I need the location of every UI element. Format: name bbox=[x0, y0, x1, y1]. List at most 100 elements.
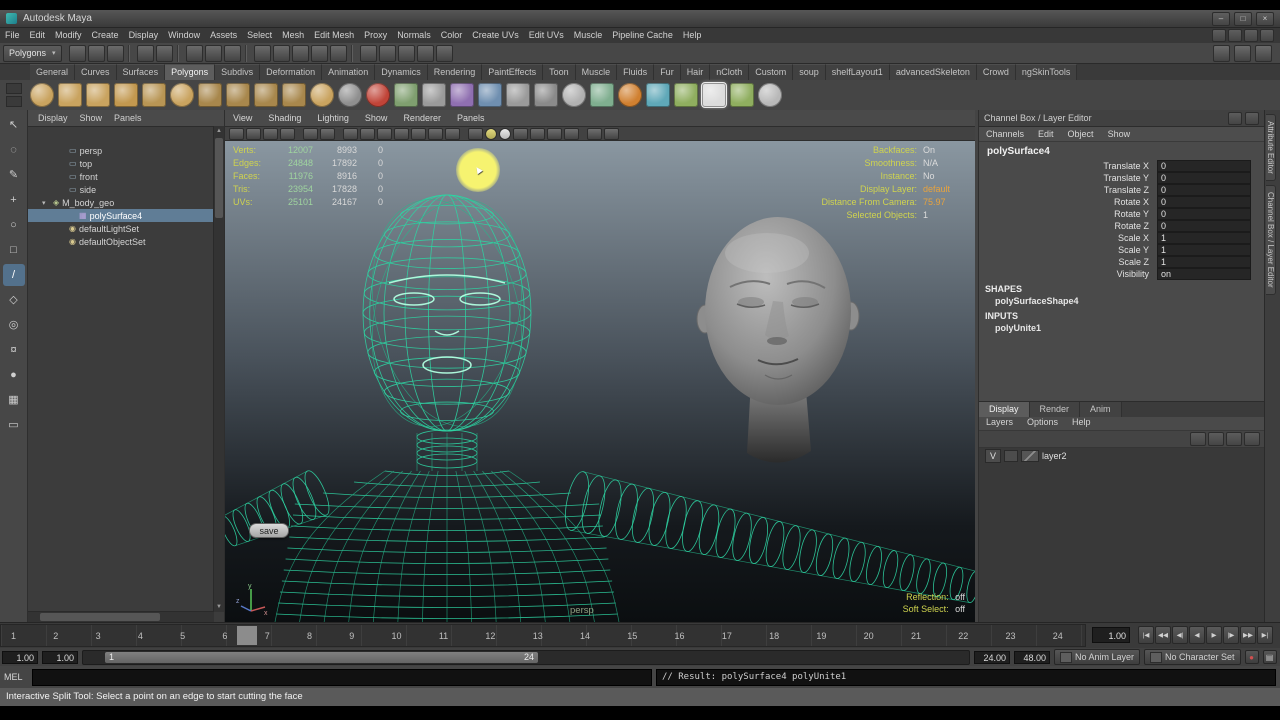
shelf-tool-icon[interactable] bbox=[478, 83, 502, 107]
playback-button[interactable]: ▶▶ bbox=[1240, 626, 1256, 644]
shelf-tab[interactable]: Crowd bbox=[976, 64, 1016, 80]
viewport-toolbar-icon[interactable] bbox=[462, 129, 466, 139]
tool-button[interactable]: ◇ bbox=[3, 289, 25, 311]
tool-button[interactable]: ▭ bbox=[3, 414, 25, 436]
viewport-toolbar-icon[interactable] bbox=[377, 127, 392, 140]
shape-node-name[interactable]: polySurfaceShape4 bbox=[979, 295, 1264, 307]
channel-name[interactable]: Rotate X bbox=[979, 197, 1157, 207]
viewport-toolbar-icon[interactable] bbox=[581, 129, 585, 139]
viewport-menu-item[interactable]: Shading bbox=[260, 113, 309, 123]
status-line-icon[interactable] bbox=[272, 44, 290, 62]
shelf-tool-icon[interactable] bbox=[450, 83, 474, 107]
viewport-toolbar-icon[interactable] bbox=[280, 127, 295, 140]
status-line-icon[interactable] bbox=[68, 44, 86, 62]
expand-arrow-icon[interactable]: ▾ bbox=[42, 199, 50, 207]
shelf-tool-icon[interactable] bbox=[170, 83, 194, 107]
status-line-icon[interactable] bbox=[223, 44, 241, 62]
shelf-tool-icon[interactable] bbox=[282, 83, 306, 107]
tool-button[interactable]: ◌ bbox=[3, 139, 25, 161]
workspace-icon[interactable] bbox=[1212, 29, 1226, 42]
viewport-toolbar-icon[interactable] bbox=[246, 127, 261, 140]
channel-name[interactable]: Translate Y bbox=[979, 173, 1157, 183]
save-button[interactable]: save bbox=[249, 523, 289, 538]
status-line-icon[interactable] bbox=[244, 44, 250, 62]
speed-control-icon[interactable] bbox=[1245, 111, 1259, 125]
shelf-tab[interactable]: shelfLayout1 bbox=[825, 64, 890, 80]
status-line-icon[interactable] bbox=[291, 44, 309, 62]
channel-value-field[interactable]: on bbox=[1157, 268, 1251, 280]
status-line-icon[interactable] bbox=[435, 44, 453, 62]
status-line-icon[interactable] bbox=[127, 44, 133, 62]
menu-item[interactable]: Select bbox=[242, 28, 277, 43]
menu-item[interactable]: Create UVs bbox=[467, 28, 524, 43]
status-line-icon[interactable] bbox=[359, 44, 377, 62]
menu-item[interactable]: Muscle bbox=[569, 28, 608, 43]
viewport-menu-item[interactable]: Panels bbox=[449, 113, 493, 123]
channel-box-menu-item[interactable]: Channels bbox=[979, 129, 1031, 139]
playback-button[interactable]: ◀ bbox=[1189, 626, 1205, 644]
animation-end-field[interactable]: 48.00 bbox=[1014, 650, 1050, 664]
shelf-tool-icon[interactable] bbox=[590, 83, 614, 107]
menu-item[interactable]: Edit Mesh bbox=[309, 28, 359, 43]
status-line-icon[interactable] bbox=[106, 44, 124, 62]
channel-box-menu-item[interactable]: Edit bbox=[1031, 129, 1061, 139]
viewport-toolbar-icon[interactable] bbox=[499, 127, 511, 140]
playback-button[interactable]: |◀ bbox=[1138, 626, 1154, 644]
menu-item[interactable]: Create bbox=[87, 28, 124, 43]
outliner-item[interactable]: ▭ persp bbox=[28, 144, 214, 157]
shelf-tool-icon[interactable] bbox=[198, 83, 222, 107]
scrollbar-thumb[interactable] bbox=[215, 138, 223, 218]
playback-end-field[interactable]: 24.00 bbox=[974, 650, 1010, 664]
shelf-menu-icon[interactable] bbox=[6, 83, 22, 94]
viewport-menu-item[interactable]: Renderer bbox=[395, 113, 449, 123]
outliner-item[interactable]: ◉ defaultObjectSet bbox=[28, 235, 214, 248]
viewport-toolbar-icon[interactable] bbox=[303, 127, 318, 140]
tool-button[interactable]: + bbox=[3, 189, 25, 211]
time-slider[interactable]: 1 2 3 4 5 6 7 8 9 10 11 12 13 14 15 16 17 18 19 20 21 22 23 24 bbox=[0, 624, 1086, 647]
layer-visibility-toggle[interactable]: V bbox=[985, 449, 1001, 463]
layer-name[interactable]: layer2 bbox=[1042, 451, 1067, 461]
channel-name[interactable]: Translate Z bbox=[979, 185, 1157, 195]
shelf-tool-icon[interactable] bbox=[226, 83, 250, 107]
shelf-tab[interactable]: Rendering bbox=[427, 64, 483, 80]
create-empty-layer-icon[interactable] bbox=[1226, 432, 1242, 446]
auto-keyframe-toggle[interactable]: ● bbox=[1244, 650, 1259, 664]
status-line-icon[interactable] bbox=[155, 44, 173, 62]
shelf-tab[interactable]: Polygons bbox=[165, 64, 216, 80]
viewport-toolbar-icon[interactable] bbox=[394, 127, 409, 140]
shelf-tool-icon[interactable] bbox=[366, 83, 390, 107]
tool-button[interactable]: ○ bbox=[3, 214, 25, 236]
shelf-tab[interactable]: Dynamics bbox=[375, 64, 428, 80]
outliner-item[interactable]: ▾ ◈ M_body_geo bbox=[28, 196, 214, 209]
viewport-menu-item[interactable]: View bbox=[225, 113, 260, 123]
status-line-icon[interactable] bbox=[310, 44, 328, 62]
shelf-tab[interactable]: advancedSkeleton bbox=[889, 64, 977, 80]
layer-playback-toggle[interactable] bbox=[1004, 450, 1018, 462]
shelf-tool-icon[interactable] bbox=[254, 83, 278, 107]
viewport-toolbar-icon[interactable] bbox=[360, 127, 375, 140]
menu-item[interactable]: Edit UVs bbox=[524, 28, 569, 43]
status-line-icon[interactable] bbox=[87, 44, 105, 62]
menu-item[interactable]: Normals bbox=[392, 28, 436, 43]
channel-value-field[interactable]: 0 bbox=[1157, 172, 1251, 184]
status-line-icon[interactable] bbox=[136, 44, 154, 62]
scrollbar-thumb[interactable] bbox=[40, 613, 160, 621]
viewport-toolbar-icon[interactable] bbox=[320, 127, 335, 140]
anim-layer-button[interactable]: No Anim Layer bbox=[1054, 649, 1141, 665]
layer-color-swatch[interactable] bbox=[1021, 450, 1039, 462]
channel-name[interactable]: Translate X bbox=[979, 161, 1157, 171]
channel-value-field[interactable]: 0 bbox=[1157, 160, 1251, 172]
dock-tab[interactable]: Channel Box / Layer Editor bbox=[1266, 184, 1276, 295]
menu-item[interactable]: Pipeline Cache bbox=[607, 28, 678, 43]
status-line-icon[interactable] bbox=[350, 44, 356, 62]
menu-item[interactable]: Assets bbox=[205, 28, 242, 43]
viewport-toolbar-icon[interactable] bbox=[513, 127, 528, 140]
channel-name[interactable]: Scale X bbox=[979, 233, 1157, 243]
channel-value-field[interactable]: 1 bbox=[1157, 232, 1251, 244]
shelf-tool-icon[interactable] bbox=[701, 82, 727, 108]
shelf-tool-icon[interactable] bbox=[338, 83, 362, 107]
shelf-tab[interactable]: nCloth bbox=[710, 64, 750, 80]
shelf-tool-icon[interactable] bbox=[86, 83, 110, 107]
create-layer-from-selected-icon[interactable] bbox=[1244, 432, 1260, 446]
viewport-toolbar-icon[interactable] bbox=[411, 127, 426, 140]
